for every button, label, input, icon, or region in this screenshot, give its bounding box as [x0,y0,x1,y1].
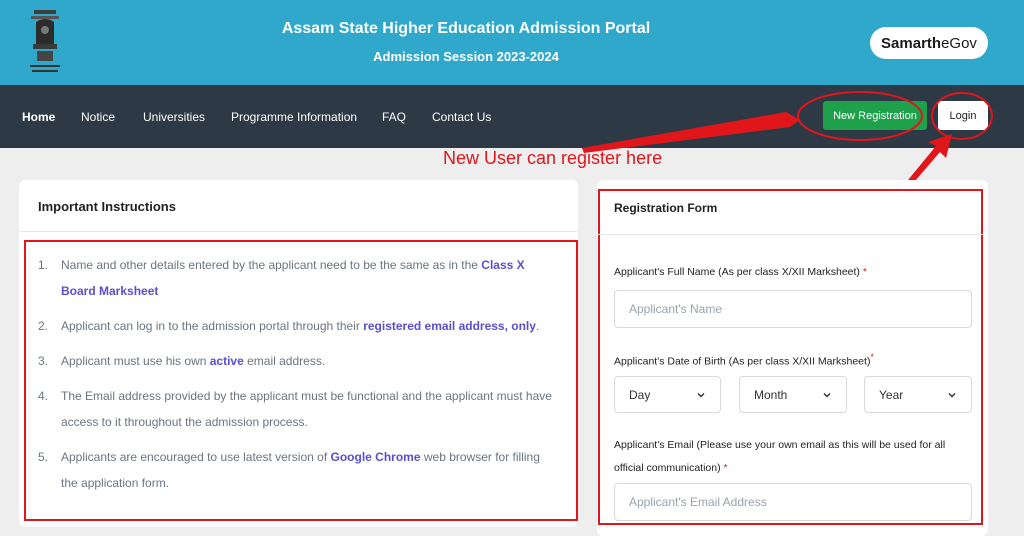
dob-year-select[interactable]: Year [864,376,972,413]
instruction-item: 1. Name and other details entered by the … [38,252,558,304]
instruction-text: Applicant must use his own [61,354,210,368]
samarth-logo-rest: eGov [941,34,977,52]
instruction-number: 5. [38,450,49,464]
instruction-text: Name and other details entered by the ap… [61,258,482,272]
nav-home[interactable]: Home [22,110,55,124]
required-mark: * [862,266,867,278]
admission-session: Admission Session 2023-2024 [373,49,559,64]
full-name-label: Applicant's Full Name (As per class X/XI… [614,262,964,282]
instruction-item: 2. Applicant can log in to the admission … [38,313,558,339]
instruction-number: 2. [38,319,49,333]
nav-notice[interactable]: Notice [81,110,115,124]
dob-day-value: Day [629,387,651,402]
instructions-divider [19,231,578,232]
chevron-down-icon [697,392,705,398]
instruction-number: 4. [38,389,49,403]
chevron-down-icon [823,392,831,398]
nav-programme-information[interactable]: Programme Information [231,110,357,124]
registration-form-title: Registration Form [614,201,718,215]
chevron-down-icon [948,392,956,398]
dob-label-text: Applicant's Date of Birth (As per class … [614,355,871,368]
portal-title: Assam State Higher Education Admission P… [281,20,651,37]
dob-month-select[interactable]: Month [739,376,847,413]
instruction-text-after: . [535,319,540,333]
instruction-text: Applicant can log in to the admission po… [61,319,364,333]
dob-month-value: Month [754,387,788,402]
nav-contact-us[interactable]: Contact Us [432,110,491,124]
dob-year-value: Year [879,387,904,402]
dob-day-select[interactable]: Day [614,376,721,413]
login-button[interactable]: Login [938,101,988,130]
instruction-item: 3. Applicant must use his own active emai… [38,348,558,374]
instruction-text-after: email address. [243,354,326,368]
email-input[interactable] [614,483,972,521]
required-mark: * [723,462,728,474]
email-label-text: Applicant's Email (Please use your own e… [614,439,946,474]
instruction-highlight: registered email address, only [363,319,536,333]
full-name-label-text: Applicant's Full Name (As per class X/XI… [614,266,860,278]
dob-label: Applicant's Date of Birth (As per class … [614,347,964,372]
nav-universities[interactable]: Universities [143,110,205,124]
instructions-list: 1. Name and other details entered by the … [38,252,558,505]
instruction-item: 5. Applicants are encouraged to use lates… [38,444,558,496]
registration-divider [598,234,983,235]
full-name-input[interactable] [614,290,972,328]
instruction-highlight: active [209,354,244,368]
portal-header: Assam State Higher Education Admission P… [0,0,1024,85]
annotation-label: New User can register here [443,148,663,168]
instruction-text: Applicants are encouraged to use latest … [61,450,331,464]
required-mark: * [870,352,874,362]
instruction-highlight: Google Chrome [330,450,421,464]
instructions-title: Important Instructions [38,199,176,214]
samarth-logo-bold: Samarth [881,34,942,52]
instruction-number: 3. [38,354,49,368]
samarth-egov-logo[interactable]: Samarth eGov [870,27,988,59]
instruction-item: 4. The Email address provided by the appl… [38,383,558,435]
instruction-text: The Email address provided by the applic… [61,389,552,429]
new-registration-button[interactable]: New Registration [823,101,927,130]
state-emblem-icon [30,10,60,72]
email-label: Applicant's Email (Please use your own e… [614,434,964,480]
instruction-number: 1. [38,258,49,272]
nav-faq[interactable]: FAQ [382,110,406,124]
